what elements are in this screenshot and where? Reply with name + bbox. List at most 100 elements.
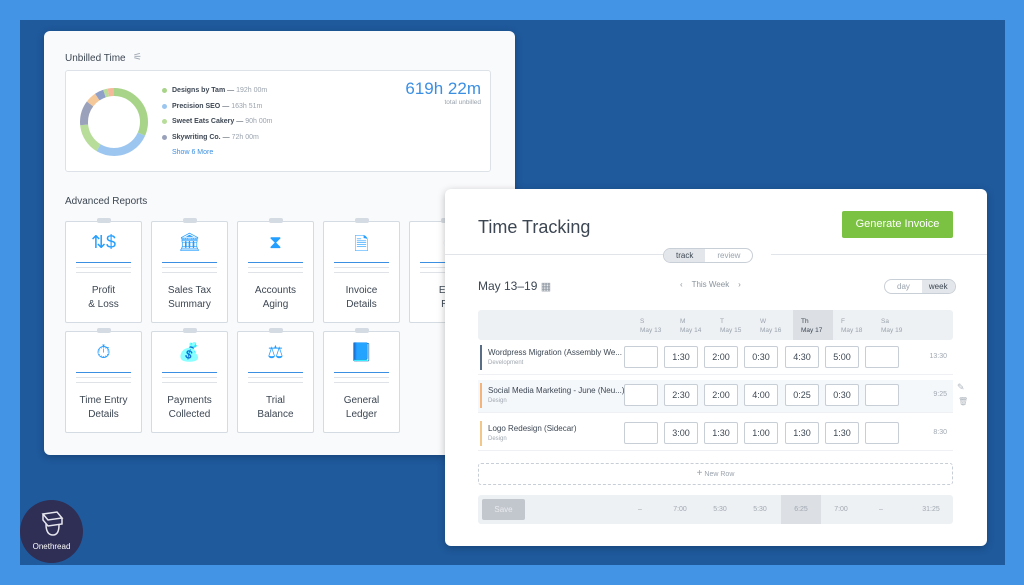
row-total: 9:25 [933,391,947,398]
tab-track[interactable]: track [664,249,706,262]
table-row: Logo Redesign (Sidecar) Design 3:00 1:30 1:0… [478,418,953,451]
scales-icon: ⚖ [267,342,284,362]
onethread-logo: Onethread [20,500,83,563]
advanced-reports-title: Advanced Reports [65,196,148,207]
day-header: S May 13 [640,318,662,334]
time-cell-input[interactable]: 5:00 [825,346,859,368]
table-row: Wordpress Migration (Assembly We... Devel… [478,342,953,375]
time-cell-input[interactable]: 2:30 [664,384,698,406]
time-cell-input[interactable]: 0:30 [744,346,778,368]
report-card[interactable]: 📘 General Ledger [323,328,400,433]
view-week[interactable]: week [921,280,955,293]
time-cell-input[interactable]: 1:00 [744,422,778,444]
onethread-logo-icon [41,511,63,536]
money-arrows-icon: ⇅$ [90,232,117,252]
project-name[interactable]: Wordpress Migration (Assembly We... [488,348,622,357]
mode-toggle: track review [663,248,754,263]
day-header: Th May 17 [793,310,833,340]
ledger-book-icon: 📘 [350,342,373,362]
day-total: 7:00 [834,506,848,513]
trash-icon[interactable]: 🗑 [958,397,968,406]
brand-name: Onethread [32,542,71,551]
unbilled-donut [80,88,148,156]
week-nav: ‹ This Week › [680,280,741,289]
edit-icon[interactable]: ✎ [957,382,965,393]
project-name[interactable]: Logo Redesign (Sidecar) [488,424,577,433]
day-header: T May 15 [720,318,742,334]
report-label: Profit & Loss [88,285,119,310]
time-cell-input[interactable]: 4:30 [785,346,819,368]
date-range: May 13–19 ▦ [478,279,552,293]
time-cell-input[interactable]: 1:30 [825,422,859,444]
time-cell-input[interactable] [624,384,658,406]
day-header: Sa May 19 [881,318,903,334]
view-day[interactable]: day [885,280,922,293]
table-header: S May 13 M May 14 T May 15 W May 16 Th May 17 F May… [478,310,953,340]
time-cell-input[interactable]: 1:30 [785,422,819,444]
time-cell-input[interactable]: 1:30 [664,346,698,368]
legend-item: Designs by Tam —192h 00m [162,83,272,99]
page-title: Time Tracking [478,217,591,237]
time-cell-input[interactable]: 4:00 [744,384,778,406]
plus-icon: + [696,468,703,479]
hourglass-icon: ⧗ [269,232,282,252]
legend-item: Sweet Eats Cakery —90h 00m [162,114,272,130]
day-header: F May 18 [841,318,863,334]
time-cell-input[interactable]: 2:00 [704,384,738,406]
prev-week-icon[interactable]: ‹ [680,280,683,289]
next-week-icon[interactable]: › [738,280,741,289]
document-search-icon: 🗎 [354,234,369,254]
report-card[interactable]: ⏱ Time Entry Details [65,328,142,433]
generate-invoice-button[interactable]: Generate Invoice [842,211,953,238]
time-cell-input[interactable] [624,346,658,368]
new-row-button[interactable]: + New Row [478,463,953,485]
day-total: 5:30 [713,506,727,513]
time-cell-input[interactable]: 0:30 [825,384,859,406]
table-footer: Save – 7:00 5:30 5:30 6:25 7:00 – 31:25 [478,495,953,524]
view-toggle: day week [884,279,956,294]
money-bag-icon: 💰 [178,342,201,362]
time-cell-input[interactable]: 0:25 [785,384,819,406]
report-label: Invoice Details [345,285,378,310]
report-card[interactable]: ⧗ Accounts Aging [237,218,314,323]
calendar-icon[interactable]: ▦ [541,281,551,293]
report-card[interactable]: 💰 Payments Collected [151,328,228,433]
legend-item: Skywriting Co. —72h 00m [162,130,272,146]
day-total: – [879,506,883,513]
report-card[interactable]: ⇅$ Profit & Loss [65,218,142,323]
total-label: total unbilled [444,99,482,106]
time-cell-input[interactable] [865,422,899,444]
project-category: Design [488,398,507,404]
day-total: – [638,506,642,513]
project-name[interactable]: Social Media Marketing - June (Neu...) [488,386,625,395]
show-more-link[interactable]: Show 6 More [172,149,213,156]
time-cell-input[interactable]: 1:30 [704,422,738,444]
total-unbilled: 619h 22m total unbilled [405,79,481,106]
day-header: W May 16 [760,318,782,334]
time-cell-input[interactable] [624,422,658,444]
week-label: This Week [691,280,730,289]
save-button[interactable]: Save [482,499,525,520]
project-category: Development [488,360,524,366]
filter-icon[interactable]: ⚟ [133,52,142,63]
report-label: Sales Tax Summary [167,285,212,310]
unbilled-card: Designs by Tam —192h 00m Precision SEO —… [65,70,491,172]
report-card[interactable]: ⚖ Trial Balance [237,328,314,433]
stopwatch-icon: ⏱ [96,342,111,362]
report-label: Accounts Aging [254,285,297,310]
time-cell-input[interactable] [865,384,899,406]
report-card[interactable]: 🗎 Invoice Details [323,218,400,323]
tab-review[interactable]: review [705,249,752,262]
time-cell-input[interactable]: 2:00 [704,346,738,368]
time-cell-input[interactable] [865,346,899,368]
project-category: Design [488,436,507,442]
report-label: Payments Collected [167,395,212,420]
bank-icon: 🏛 [178,232,201,252]
unbilled-title: Unbilled Time [65,53,126,64]
grand-total: 31:25 [922,506,940,513]
report-card[interactable]: 🏛 Sales Tax Summary [151,218,228,323]
time-cell-input[interactable]: 3:00 [664,422,698,444]
report-label: Time Entry Details [79,395,128,420]
row-total: 13:30 [929,353,947,360]
day-total: 6:25 [781,495,821,524]
